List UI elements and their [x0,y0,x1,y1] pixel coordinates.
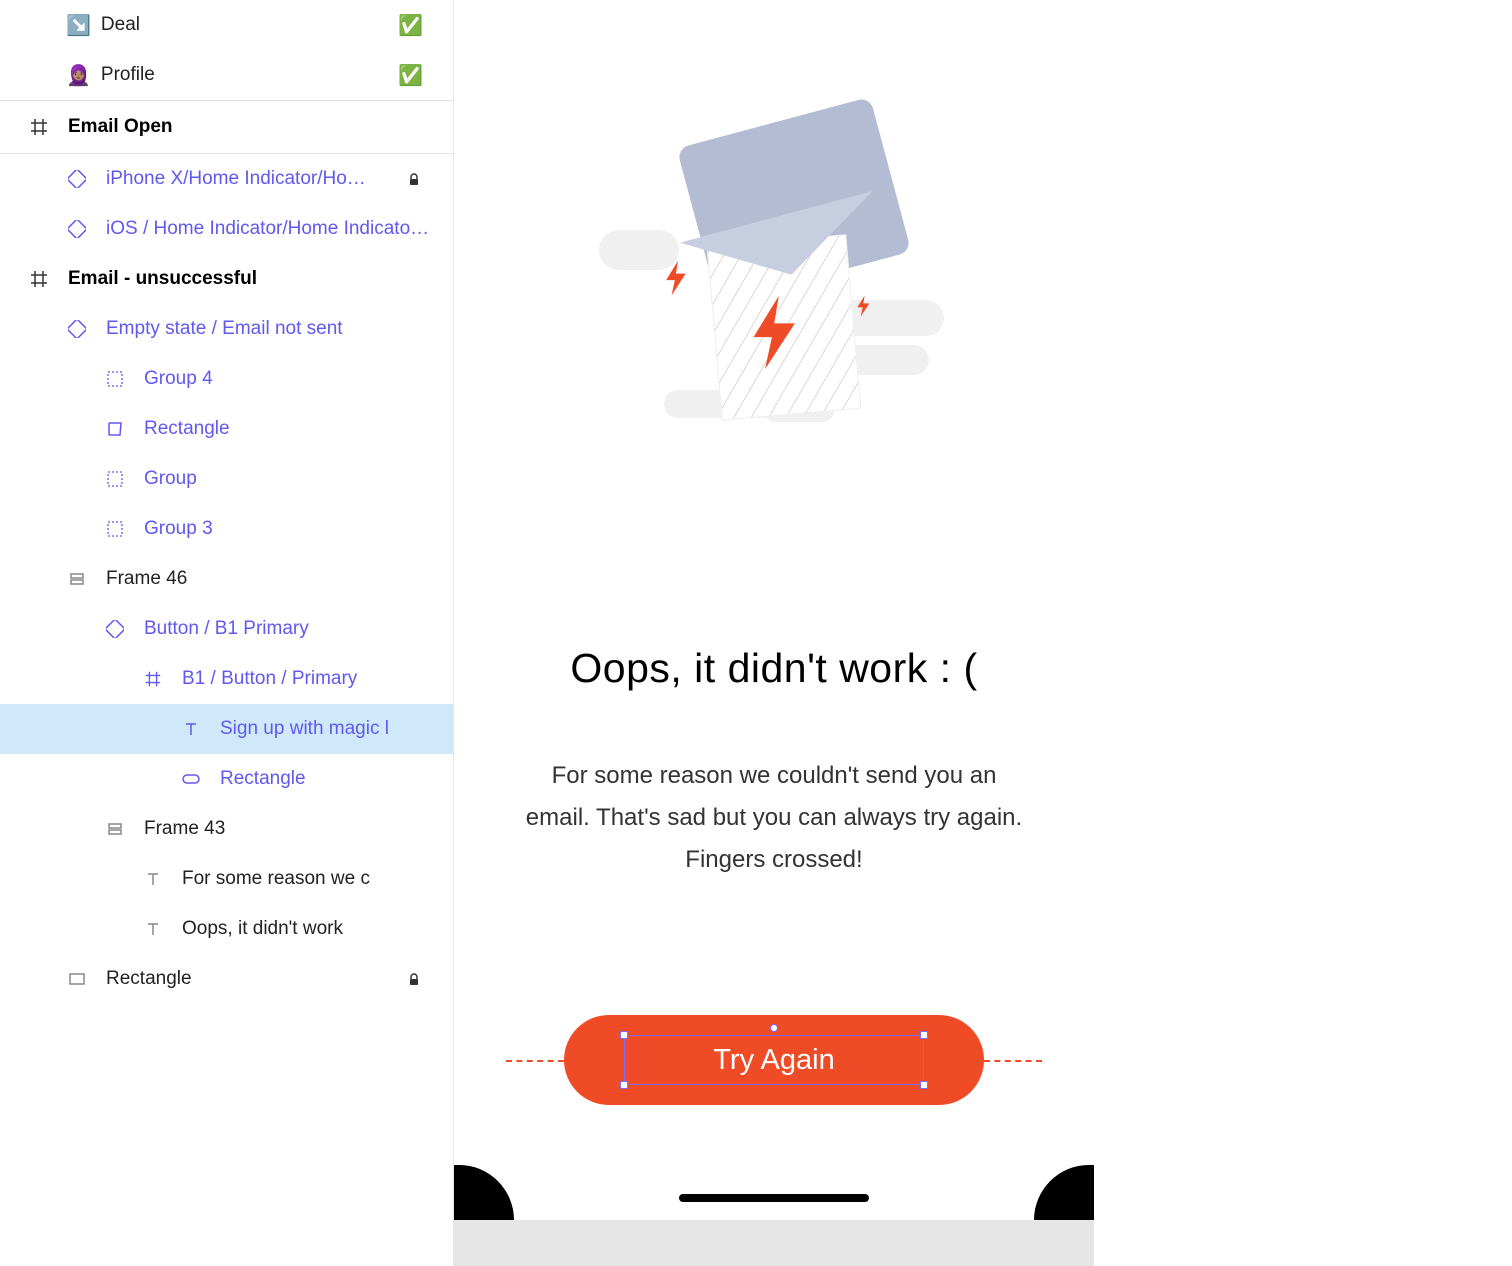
layer-label: Button / B1 Primary [144,618,433,640]
lightning-icon [664,260,690,296]
group-icon [104,518,126,540]
layer-item-oops[interactable]: Oops, it didn't work [0,904,453,954]
rotate-handle[interactable] [770,1024,778,1032]
layer-label: Email - unsuccessful [68,268,433,290]
layer-section-email-unsuccessful[interactable]: Email - unsuccessful [0,254,453,304]
frame-icon [28,116,50,138]
component-icon [104,618,126,640]
layer-label: Email Open [68,116,433,138]
layer-label: iOS / Home Indicator/Home Indicator -… [106,218,433,240]
lock-icon [407,171,423,187]
text-icon [142,918,164,940]
selection-handle[interactable] [920,1081,928,1089]
layer-label: Oops, it didn't work [182,918,433,940]
cta-label: Try Again [713,1044,834,1077]
layer-item-group4[interactable]: Group 4 [0,354,453,404]
profile-emoji-icon: 🧕🏽 [66,63,91,88]
lock-icon [407,971,423,987]
rectangle-icon [66,968,88,990]
layer-label: Rectangle [144,418,433,440]
layer-label: Sign up with magic l [220,718,433,740]
deal-emoji-icon: ↘️ [66,13,91,38]
layer-item-b1-button-primary[interactable]: B1 / Button / Primary [0,654,453,704]
group-icon [104,368,126,390]
rectangle-icon [104,418,126,440]
layer-item-button-b1[interactable]: Button / B1 Primary [0,604,453,654]
layer-item-for-some-reason[interactable]: For some reason we c [0,854,453,904]
check-icon: ✅ [398,13,423,38]
layer-label: Rectangle [106,968,433,990]
component-icon [66,168,88,190]
component-icon [66,318,88,340]
autolayout-icon [104,818,126,840]
text-icon [142,868,164,890]
phone-artboard[interactable]: Oops, it didn't work : ( For some reason… [454,0,1094,1220]
layer-item-rectangle3[interactable]: Rectangle [0,954,453,1004]
layer-item-frame43[interactable]: Frame 43 [0,804,453,854]
layer-item-ios-home[interactable]: iOS / Home Indicator/Home Indicator -… [0,204,453,254]
layer-item-rectangle[interactable]: Rectangle [0,404,453,454]
layer-label: Profile [101,64,394,86]
lightning-icon [856,295,872,317]
layers-panel[interactable]: ↘️ Deal ✅ 🧕🏽 Profile ✅ Email Open iPhone… [0,0,454,1266]
layer-item-signup-magic[interactable]: Sign up with magic l [0,704,453,754]
autolayout-icon [66,568,88,590]
layer-label: Group 4 [144,368,433,390]
layer-label: Frame 43 [144,818,433,840]
check-icon: ✅ [398,63,423,88]
layer-label: Frame 46 [106,568,433,590]
error-body-text: For some reason we couldn't send you an … [524,755,1024,881]
layer-label: B1 / Button / Primary [182,668,433,690]
layer-label: Rectangle [220,768,433,790]
layer-item-frame46[interactable]: Frame 46 [0,554,453,604]
inspector-panel[interactable] [1094,0,1512,1266]
pill-icon [180,768,202,790]
group-icon [104,468,126,490]
lightning-icon [749,295,804,370]
design-canvas[interactable]: Oops, it didn't work : ( For some reason… [454,0,1094,1266]
device-frame-corners [454,1170,1094,1220]
try-again-button[interactable]: Try Again [564,1015,984,1105]
layer-item-profile[interactable]: 🧕🏽 Profile ✅ [0,50,453,100]
layer-item-deal[interactable]: ↘️ Deal ✅ [0,0,453,50]
layer-section-email-open[interactable]: Email Open [0,100,453,154]
selected-text-layer[interactable]: Try Again [624,1035,924,1085]
layer-label: iPhone X/Home Indicator/Ho… [106,168,433,190]
frame-icon [142,668,164,690]
frame-icon [28,268,50,290]
layer-label: For some reason we c [182,868,433,890]
layer-item-empty-state[interactable]: Empty state / Email not sent [0,304,453,354]
layer-label: Group 3 [144,518,433,540]
layer-label: Group [144,468,433,490]
text-icon [180,718,202,740]
component-icon [66,218,88,240]
selection-handle[interactable] [620,1031,628,1039]
selection-handle[interactable] [920,1031,928,1039]
layer-item-rectangle2[interactable]: Rectangle [0,754,453,804]
selection-handle[interactable] [620,1081,628,1089]
layer-item-group[interactable]: Group [0,454,453,504]
layer-item-group3[interactable]: Group 3 [0,504,453,554]
email-error-illustration [614,100,934,420]
layer-item-iphone-home[interactable]: iPhone X/Home Indicator/Ho… [0,154,453,204]
error-title: Oops, it didn't work : ( [454,645,1094,692]
layer-label: Deal [101,14,394,36]
layer-label: Empty state / Email not sent [106,318,433,340]
